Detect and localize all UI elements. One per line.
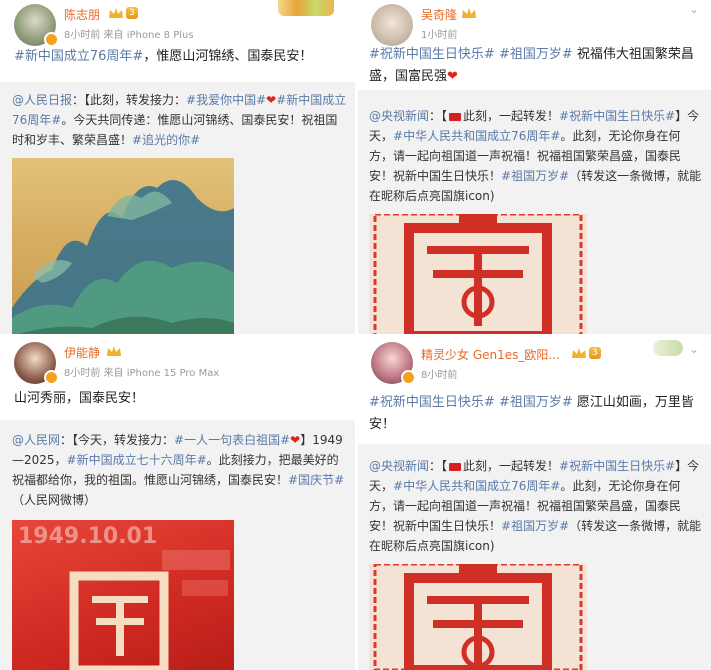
chevron-down-icon[interactable]: ⌄ xyxy=(689,2,699,16)
post-card: 陈志朋 3 8小时前 来自 iPhone 8 Plus #新中国成立76周年#，… xyxy=(0,0,357,82)
repost-box[interactable]: @人民网：【今天，转发接力：#一人一句表白祖国#❤】1949—2025，#新中国… xyxy=(0,420,357,670)
post-text: #祝新中国生日快乐# #祖国万岁# 愿江山如画，万里皆安！ xyxy=(369,395,694,432)
weibo-collage: 陈志朋 3 8小时前 来自 iPhone 8 Plus #新中国成立76周年#，… xyxy=(0,0,711,670)
post-text: #新中国成立76周年#，惟愿山河锦绣、国泰民安！ xyxy=(14,49,313,64)
china-flag-icon xyxy=(449,462,462,471)
hashtag[interactable]: #祖国万岁# xyxy=(499,47,573,62)
hashtag[interactable]: #祖国万岁# xyxy=(501,169,569,183)
repost-text: @人民网：【今天，转发接力：#一人一句表白祖国#❤】1949—2025，#新中国… xyxy=(12,433,345,507)
post-meta: 1小时前 xyxy=(421,30,458,41)
repost-text: @央视新闻：【 此刻，一起转发！#祝新中国生日快乐#】今天，#中华人民共和国成立7… xyxy=(369,109,702,203)
post-meta: 8小时前 来自 iPhone 15 Pro Max xyxy=(64,368,220,379)
guo-character-art xyxy=(69,550,230,670)
papercut-guo xyxy=(369,214,587,336)
hashtag[interactable]: #国庆节# xyxy=(288,473,344,487)
crown-icon xyxy=(109,8,123,18)
mention-link[interactable]: @人民网 xyxy=(12,433,60,447)
level-badge: 3 xyxy=(589,347,601,359)
decoration-badge xyxy=(653,340,683,356)
hashtag[interactable]: #祝新中国生日快乐# xyxy=(559,459,675,473)
mention-link[interactable]: @央视新闻 xyxy=(369,459,429,473)
hashtag[interactable]: #中华人民共和国成立76周年# xyxy=(393,129,560,143)
mention-link[interactable]: @央视新闻 xyxy=(369,109,429,123)
verified-badge-icon xyxy=(401,370,416,385)
verified-badge-icon xyxy=(44,32,59,47)
repost-box[interactable]: @人民日报：【此刻，转发接力：#我爱你中国#❤#新中国成立76周年#。今天共同传… xyxy=(0,82,357,336)
painting-image[interactable] xyxy=(12,158,234,336)
repost-text: @央视新闻：【 此刻，一起转发！#祝新中国生日快乐#】今天，#中华人民共和国成立7… xyxy=(369,459,702,553)
hashtag[interactable]: #我爱你中国# xyxy=(186,93,266,107)
post-text: #祝新中国生日快乐# #祖国万岁# 祝福伟大祖国繁荣昌盛，国富民强❤ xyxy=(369,47,694,84)
heart-icon: ❤ xyxy=(447,69,458,84)
username[interactable]: 陈志朋 xyxy=(64,6,100,23)
hashtag[interactable]: #祝新中国生日快乐# xyxy=(369,395,495,410)
verified-badge-icon xyxy=(44,370,59,385)
heart-icon: ❤ xyxy=(290,433,301,447)
post-meta: 8小时前 来自 iPhone 8 Plus xyxy=(64,30,194,41)
post-meta: 8小时前 xyxy=(421,370,458,381)
crown-icon xyxy=(462,8,476,18)
hashtag[interactable]: #祝新中国生日快乐# xyxy=(559,109,675,123)
repost-box[interactable]: @央视新闻：【 此刻，一起转发！#祝新中国生日快乐#】今天，#中华人民共和国成立7… xyxy=(357,90,711,336)
hashtag[interactable]: #追光的你# xyxy=(132,133,200,147)
hashtag[interactable]: #祖国万岁# xyxy=(499,395,573,410)
crown-icon xyxy=(107,346,121,356)
china-flag-icon xyxy=(449,112,462,121)
post-text: 山河秀丽，国泰民安！ xyxy=(14,391,145,406)
row-divider xyxy=(0,334,711,337)
repost-box[interactable]: @央视新闻：【 此刻，一起转发！#祝新中国生日快乐#】今天，#中华人民共和国成立7… xyxy=(357,444,711,670)
hashtag[interactable]: #一人一句表白祖国# xyxy=(174,433,290,447)
post-card: 伊能静 8小时前 来自 iPhone 15 Pro Max 山河秀丽，国泰民安！ xyxy=(0,336,357,420)
chevron-down-icon[interactable]: ⌄ xyxy=(689,342,699,356)
heart-icon: ❤ xyxy=(266,93,277,107)
post-card: 精灵少女 Gen1es_欧阳... 3 ⌄ 8小时前 #祝新中国生日快乐# #祖… xyxy=(357,336,711,444)
decoration-badge xyxy=(278,0,334,16)
username[interactable]: 吴奇隆 xyxy=(421,6,457,23)
mention-link[interactable]: @人民日报 xyxy=(12,93,72,107)
hashtag[interactable]: #祖国万岁# xyxy=(501,519,569,533)
username[interactable]: 伊能静 xyxy=(64,344,100,361)
level-badge: 3 xyxy=(126,7,138,19)
avatar[interactable] xyxy=(371,4,413,46)
post-card: 吴奇隆 1小时前 ⌄ #祝新中国生日快乐# #祖国万岁# 祝福伟大祖国繁荣昌盛，… xyxy=(357,0,711,90)
username[interactable]: 精灵少女 Gen1es_欧阳... xyxy=(421,346,560,363)
hashtag[interactable]: #新中国成立七十六周年# xyxy=(67,453,207,467)
crown-icon xyxy=(572,348,586,358)
papercut-image[interactable] xyxy=(369,214,587,336)
repost-text: @人民日报：【此刻，转发接力：#我爱你中国#❤#新中国成立76周年#。今天共同传… xyxy=(12,93,347,147)
hashtag[interactable]: #祝新中国生日快乐# xyxy=(369,47,495,62)
papercut-guo xyxy=(369,564,587,670)
national-day-image[interactable]: 1949.10.01 xyxy=(12,520,234,670)
hashtag[interactable]: #中华人民共和国成立76周年# xyxy=(393,479,560,493)
papercut-image[interactable] xyxy=(369,564,587,670)
hashtag[interactable]: #新中国成立76周年# xyxy=(14,49,143,64)
mountains-painting xyxy=(12,180,234,336)
